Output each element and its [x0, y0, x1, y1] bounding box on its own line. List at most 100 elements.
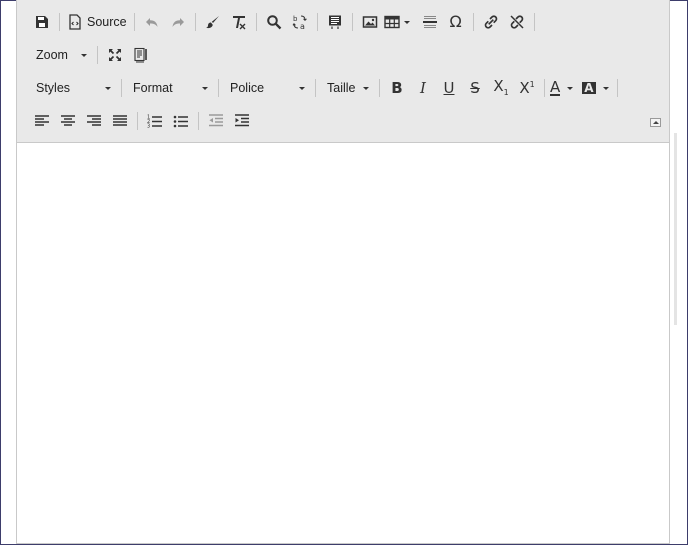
toolbar-row-1: Source ba Ω	[29, 9, 539, 35]
background-color-button[interactable]: A	[581, 75, 612, 101]
bulleted-list-button[interactable]	[168, 108, 194, 134]
save-icon	[36, 16, 48, 28]
horizontal-rule-button[interactable]	[417, 9, 443, 35]
editor-content-area[interactable]	[17, 143, 669, 543]
size-dropdown[interactable]: Taille	[320, 76, 375, 100]
link-button[interactable]	[478, 9, 504, 35]
svg-text:b: b	[293, 15, 298, 23]
replace-icon: ba	[292, 15, 307, 30]
font-label: Police	[230, 81, 265, 95]
align-justify-icon	[113, 115, 127, 126]
undo-button[interactable]	[139, 9, 165, 35]
copy-format-button[interactable]	[200, 9, 226, 35]
clear-format-icon	[232, 16, 246, 30]
omega-icon: Ω	[449, 12, 462, 31]
image-button[interactable]	[357, 9, 383, 35]
align-justify-button[interactable]	[107, 108, 133, 134]
align-center-button[interactable]	[55, 108, 81, 134]
separator	[379, 79, 380, 97]
text-color-button[interactable]: A	[549, 75, 577, 101]
chevron-down-icon	[299, 86, 305, 90]
maximize-icon	[109, 49, 121, 61]
format-label: Format	[133, 81, 173, 95]
subscript-icon: X1	[493, 77, 509, 97]
chevron-down-icon	[105, 86, 111, 90]
separator	[533, 13, 535, 31]
collapse-toolbar-icon	[652, 121, 659, 124]
show-blocks-button[interactable]	[128, 42, 154, 68]
numbered-list-icon: 123	[147, 115, 162, 130]
search-icon	[266, 15, 281, 30]
save-button[interactable]	[29, 9, 55, 35]
separator	[133, 13, 135, 31]
toolbar-row-4: 123	[29, 108, 255, 134]
link-icon	[484, 15, 497, 29]
svg-text:3: 3	[147, 124, 150, 130]
collapse-toolbar-button[interactable]	[650, 118, 661, 127]
svg-text:a: a	[300, 22, 305, 30]
align-center-icon	[61, 115, 75, 126]
template-icon	[328, 15, 341, 29]
separator	[316, 13, 318, 31]
separator	[218, 79, 219, 97]
special-char-button[interactable]: Ω	[443, 9, 469, 35]
maximize-button[interactable]	[102, 42, 128, 68]
strikethrough-icon: S	[470, 78, 480, 97]
zoom-dropdown[interactable]: Zoom	[29, 43, 93, 67]
align-left-button[interactable]	[29, 108, 55, 134]
font-dropdown[interactable]: Police	[223, 76, 311, 100]
separator	[137, 112, 138, 130]
background-color-icon: A	[582, 81, 596, 95]
text-color-icon: A	[550, 77, 561, 96]
show-blocks-icon	[134, 47, 147, 63]
separator	[59, 13, 60, 31]
strikethrough-button[interactable]: S	[462, 75, 488, 101]
indent-button[interactable]	[229, 108, 255, 134]
chevron-down-icon	[81, 53, 87, 57]
table-button[interactable]	[383, 9, 413, 35]
redo-button[interactable]	[165, 9, 191, 35]
align-left-icon	[35, 115, 49, 126]
unlink-icon	[510, 15, 524, 29]
rich-text-editor: Source ba Ω Zoom Styles Format Police Ta…	[16, 0, 670, 544]
chevron-down-icon	[202, 86, 208, 90]
separator	[255, 13, 257, 31]
separator	[97, 46, 98, 64]
paintbrush-icon	[205, 16, 219, 29]
numbered-list-button[interactable]: 123	[142, 108, 168, 134]
outdent-icon	[209, 114, 223, 127]
separator	[194, 13, 196, 31]
styles-dropdown[interactable]: Styles	[29, 76, 117, 100]
underline-icon: U	[443, 78, 455, 97]
align-right-button[interactable]	[81, 108, 107, 134]
editor-toolbar: Source ba Ω Zoom Styles Format Police Ta…	[17, 0, 669, 143]
find-button[interactable]	[261, 9, 287, 35]
source-icon	[69, 14, 81, 30]
scrollbar-track[interactable]	[674, 133, 677, 325]
separator	[616, 79, 618, 97]
italic-button[interactable]: I	[410, 75, 436, 101]
bulleted-list-icon	[173, 115, 188, 128]
separator	[121, 79, 122, 97]
source-button[interactable]: Source	[64, 9, 130, 35]
superscript-button[interactable]: X1	[514, 75, 540, 101]
unlink-button[interactable]	[504, 9, 530, 35]
subscript-button[interactable]: X1	[488, 75, 514, 101]
toolbar-row-2: Zoom	[29, 42, 154, 68]
bold-button[interactable]: B	[384, 75, 410, 101]
italic-icon: I	[420, 78, 426, 97]
remove-format-button[interactable]	[226, 9, 252, 35]
chevron-down-icon	[602, 86, 609, 90]
align-right-icon	[87, 115, 101, 126]
separator	[351, 13, 353, 31]
replace-button[interactable]: ba	[287, 9, 313, 35]
separator	[472, 13, 474, 31]
outdent-button[interactable]	[203, 108, 229, 134]
indent-icon	[235, 114, 249, 127]
redo-icon	[172, 18, 184, 27]
chevron-down-icon	[403, 20, 410, 24]
underline-button[interactable]: U	[436, 75, 462, 101]
format-dropdown[interactable]: Format	[126, 76, 214, 100]
templates-button[interactable]	[322, 9, 348, 35]
toolbar-row-3: Styles Format Police Taille B I U S X1 X…	[29, 75, 622, 101]
